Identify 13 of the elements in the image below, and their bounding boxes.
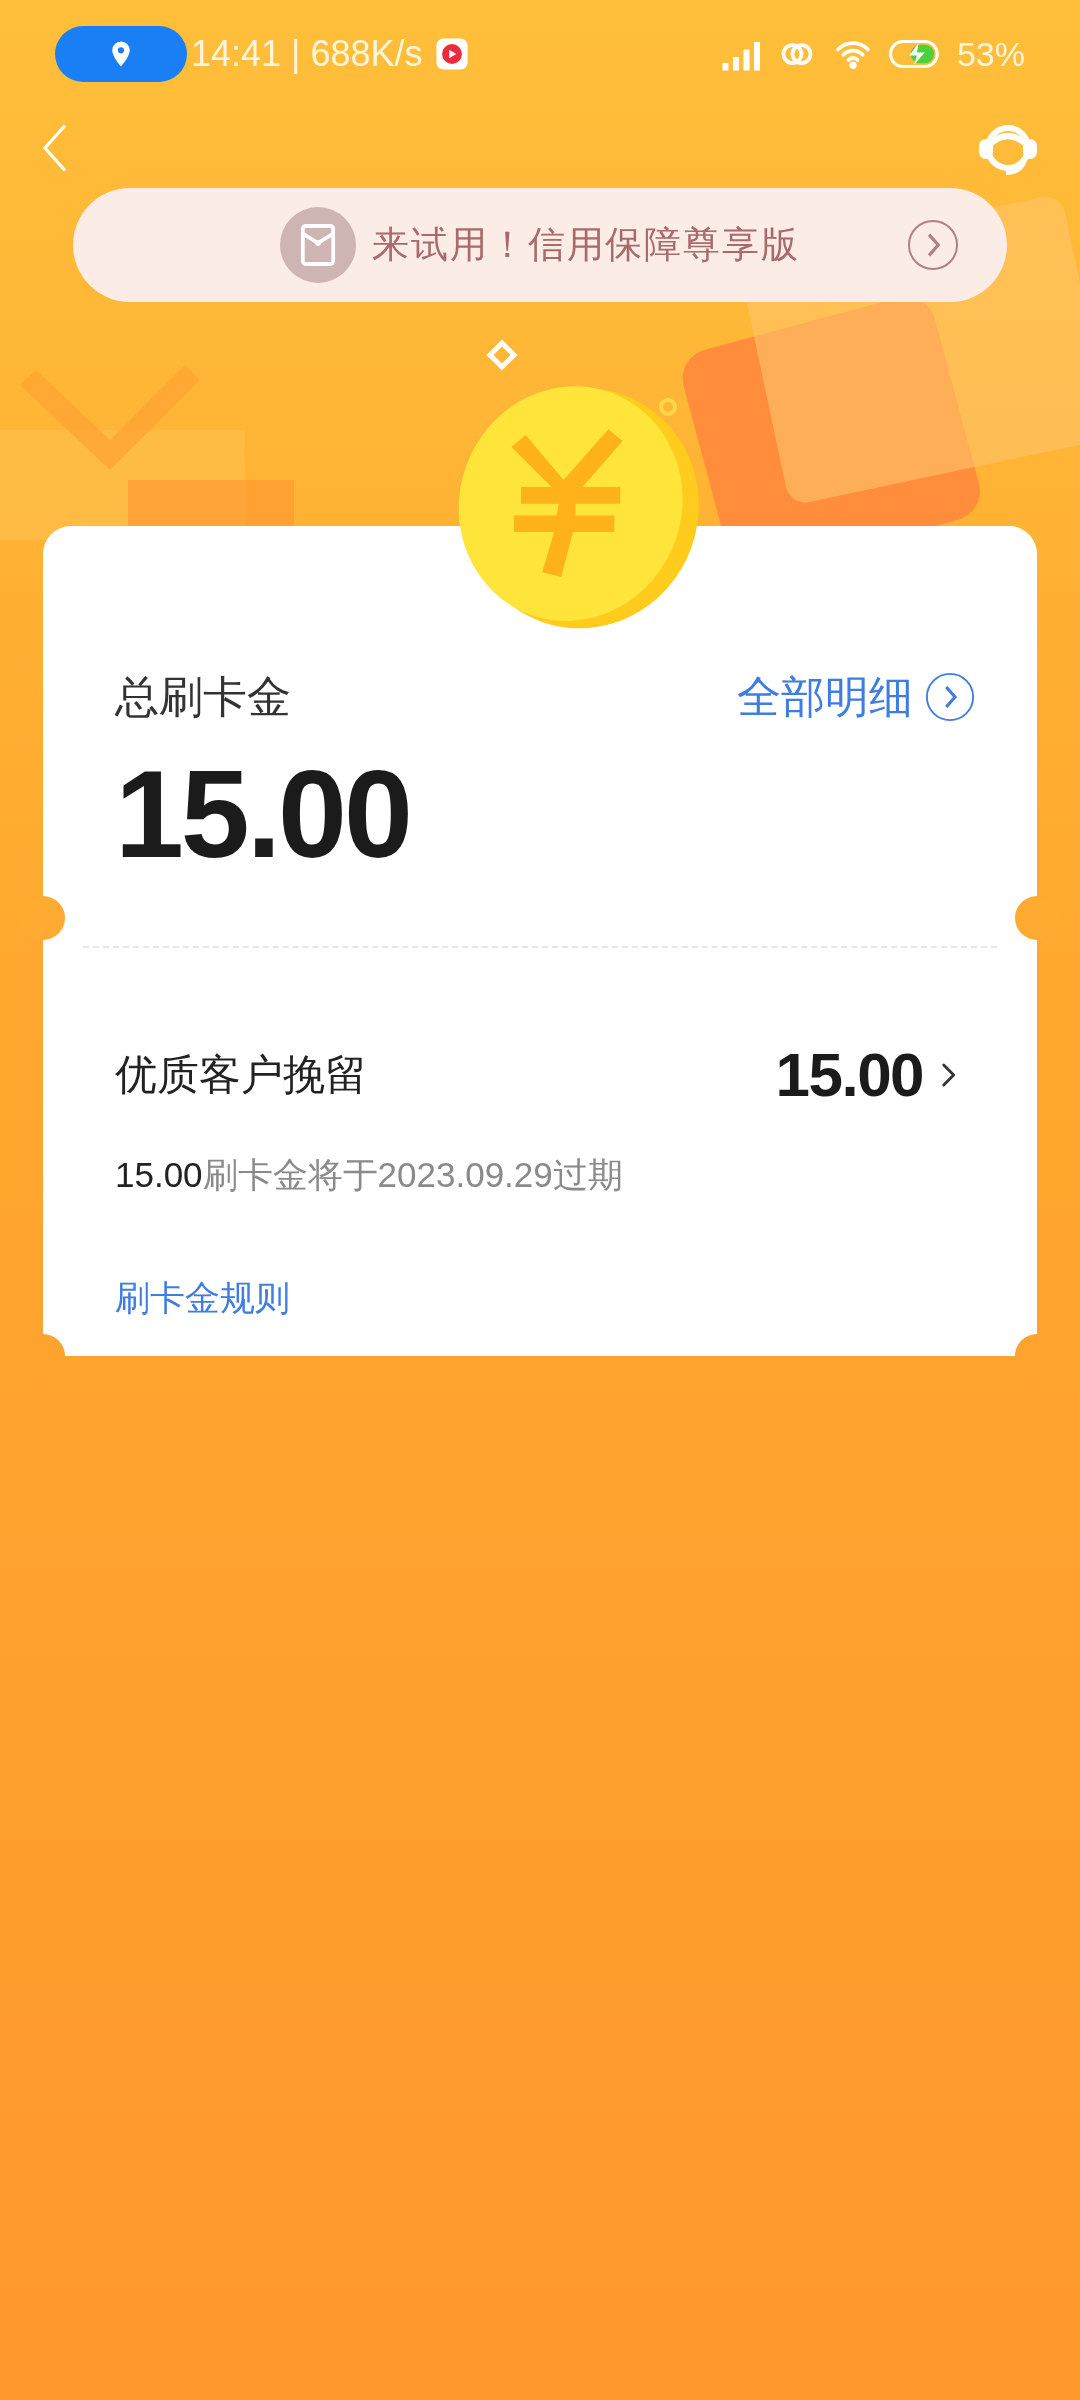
expiry-note: 15.00刷卡金将于2023.09.29过期 xyxy=(115,1154,624,1196)
arrow-circle-icon xyxy=(925,672,975,722)
promo-banner[interactable]: 来试用！信用保障尊享版 xyxy=(73,188,1007,302)
all-details-link[interactable]: 全部明细 xyxy=(737,664,975,730)
battery-percent: 53% xyxy=(956,33,1025,75)
rules-link[interactable]: 刷卡金规则 xyxy=(115,1271,290,1324)
video-app-icon xyxy=(434,37,469,71)
total-amount: 15.00 xyxy=(115,752,411,876)
arrow-circle-icon xyxy=(907,219,959,271)
bonus-item-row[interactable]: 优质客户挽留 15.00 xyxy=(115,1028,965,1121)
envelope-icon xyxy=(280,207,357,283)
total-label: 总刷卡金 xyxy=(115,671,291,723)
status-time-speed: 14:41 | 688K/s xyxy=(191,32,423,76)
